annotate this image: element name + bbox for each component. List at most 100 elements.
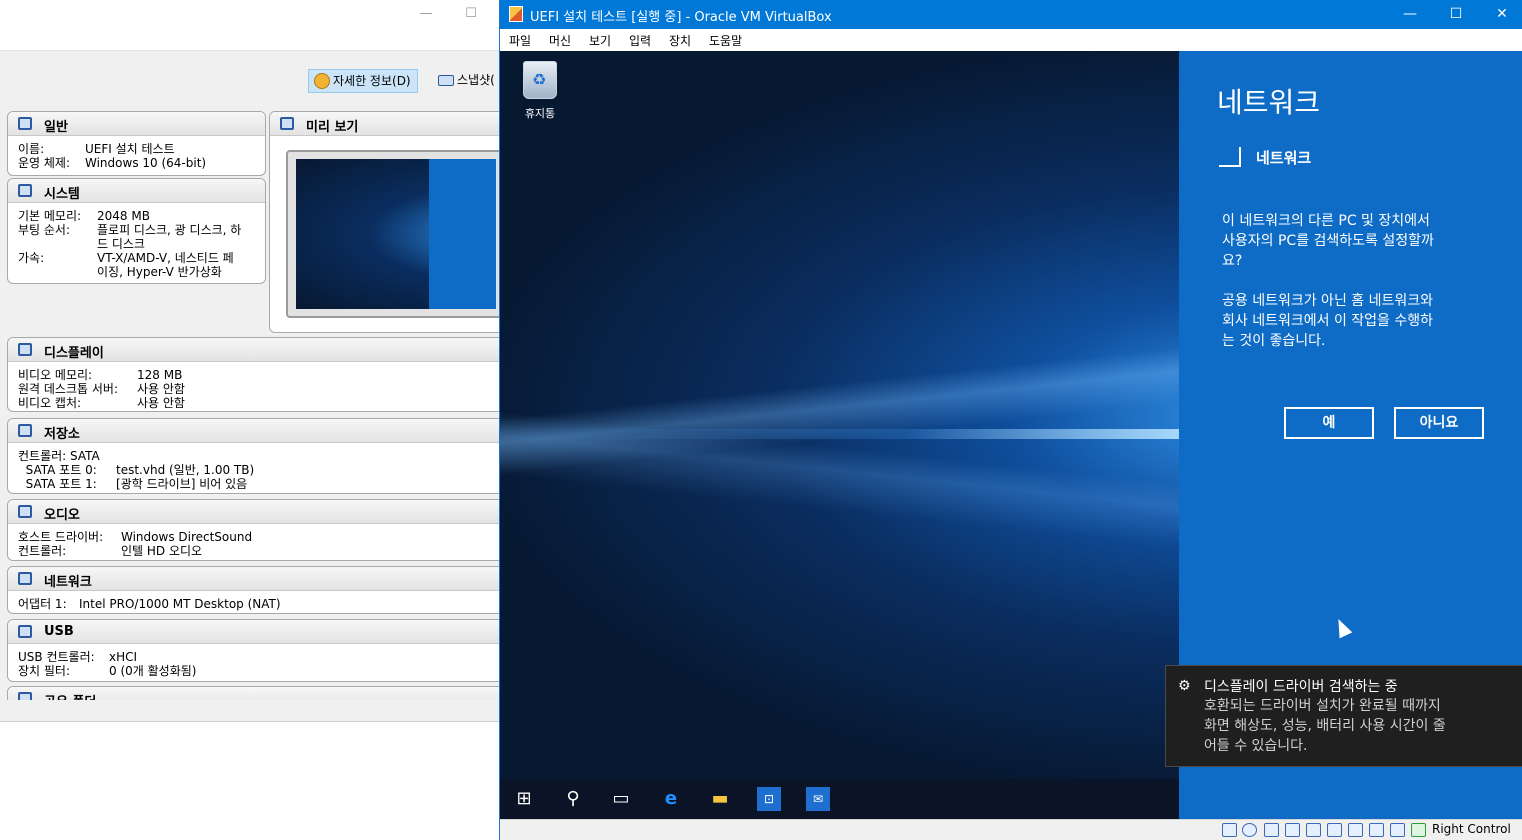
store-icon[interactable]: ⊡ xyxy=(757,787,781,811)
recycle-bin-label: 휴지통 xyxy=(524,107,556,120)
usb-panel: USB USB 컨트롤러: xHCI 장치 필터: 0 (0개 활성화됨) xyxy=(7,619,500,682)
manager-window: — ☐ 자세한 정보(D) 스냅샷( 일반 이름: UEFI 설치 테스트 운영 … xyxy=(0,0,500,840)
maximize-icon[interactable]: ☐ xyxy=(463,6,479,22)
row-value: UEFI 설치 테스트 xyxy=(85,142,175,156)
details-button[interactable]: 자세한 정보(D) xyxy=(308,69,418,93)
row-key: 어댑터 1: xyxy=(18,597,67,611)
row-key: 비디오 메모리: xyxy=(18,368,93,382)
mail-icon[interactable]: ✉ xyxy=(806,787,830,811)
row-key: 원격 데스크톱 서버: xyxy=(18,382,118,396)
network-question: 이 네트워크의 다른 PC 및 장치에서 사용자의 PC를 검색하도록 설정할까… xyxy=(1222,213,1434,269)
guest-desktop[interactable]: 휴지통 xyxy=(500,51,1179,779)
optical-drive-icon[interactable] xyxy=(1242,823,1257,837)
panel-title: 디스플레이 xyxy=(44,346,104,361)
hard-disk-icon[interactable] xyxy=(1222,823,1237,837)
menu-file[interactable]: 파일 xyxy=(509,32,531,49)
guest-taskbar: ⊞ ⚲ ▭ e ▬ ⊡ ✉ xyxy=(500,779,1179,819)
row-value: 사용 안함 xyxy=(137,382,185,396)
panel-title: 저장소 xyxy=(44,427,80,442)
speaker-icon xyxy=(18,505,32,518)
panel-title: USB xyxy=(44,624,74,639)
minimize-icon[interactable]: — xyxy=(1387,0,1433,29)
monitor-icon xyxy=(280,117,294,130)
cpu-icon[interactable] xyxy=(1390,823,1405,837)
storage-icon xyxy=(18,424,32,437)
panel-title: 네트워크 xyxy=(44,575,92,590)
gear-icon xyxy=(314,73,330,89)
monitor-icon xyxy=(18,117,32,130)
panel-title: 일반 xyxy=(44,120,68,135)
preview-panel: 미리 보기 xyxy=(269,111,500,333)
general-panel: 일반 이름: UEFI 설치 테스트 운영 체제: Windows 10 (64-b… xyxy=(7,111,266,176)
edge-browser-icon[interactable]: e xyxy=(659,787,683,811)
row-key: 이름: xyxy=(18,142,45,156)
row-key: 장치 필터: xyxy=(18,664,71,678)
panel-title: 시스템 xyxy=(44,187,80,202)
notification-title: 디스플레이 드라이버 검색하는 중 xyxy=(1204,679,1398,695)
shared-folder-icon[interactable] xyxy=(1306,823,1321,837)
task-view-icon[interactable]: ▭ xyxy=(609,787,633,811)
gear-icon: ⚙ xyxy=(1178,678,1191,694)
network-panel: 네트워크 어댑터 1: Intel PRO/1000 MT Desktop (NA… xyxy=(7,566,500,614)
vm-menubar: 파일 머신 보기 입력 장치 도움말 xyxy=(500,29,1522,51)
menu-machine[interactable]: 머신 xyxy=(549,32,571,49)
display-icon[interactable] xyxy=(1327,823,1342,837)
panel-title: 미리 보기 xyxy=(306,120,359,135)
network-icon xyxy=(18,572,32,585)
shared-folders-panel: 공유 폴더 xyxy=(7,686,500,700)
menu-input[interactable]: 입력 xyxy=(629,32,651,49)
menu-view[interactable]: 보기 xyxy=(589,32,611,49)
row-value: Windows 10 (64-bit) xyxy=(85,156,207,170)
close-icon[interactable]: ✕ xyxy=(1479,0,1522,29)
usb-icon[interactable] xyxy=(1285,823,1300,837)
manager-toolbar: 자세한 정보(D) 스냅샷( xyxy=(0,50,500,108)
host-key-label: Right Control xyxy=(1432,822,1511,836)
row-key: 부팅 순서: xyxy=(18,223,71,237)
manager-titlebar: — ☐ xyxy=(0,0,500,30)
guest-screen[interactable]: 휴지통 네트워크 네트워크 이 네트워크의 다른 PC 및 장치에서 사용자의 … xyxy=(500,51,1522,819)
vm-titlebar[interactable]: UEFI 설치 테스트 [실행 중] - Oracle VM VirtualBo… xyxy=(500,0,1522,29)
menu-devices[interactable]: 장치 xyxy=(669,32,691,49)
maximize-icon[interactable]: ☐ xyxy=(1433,0,1479,29)
network-pane-heading: 네트워크 xyxy=(1217,86,1321,119)
network-icon[interactable] xyxy=(1348,823,1363,837)
driver-notification[interactable]: ⚙ 디스플레이 드라이버 검색하는 중 호환되는 드라이버 설치가 완료될 때까… xyxy=(1165,665,1522,767)
row-value: Intel PRO/1000 MT Desktop (NAT) xyxy=(79,597,281,611)
row-value: [광학 드라이브] 비어 있음 xyxy=(116,477,248,491)
minimize-icon[interactable]: — xyxy=(418,6,434,22)
capture-icon[interactable] xyxy=(1369,823,1384,837)
wallpaper-light-beam xyxy=(500,429,1179,439)
preview-thumbnail xyxy=(286,150,500,318)
audio-icon[interactable] xyxy=(1264,823,1279,837)
notification-body: 호환되는 드라이버 설치가 완료될 때까지 화면 해상도, 성능, 배터리 사용… xyxy=(1204,698,1446,754)
row-value: 0 (0개 활성화됨) xyxy=(109,664,197,678)
row-key: 가속: xyxy=(18,251,45,265)
row-value: 128 MB xyxy=(137,368,183,382)
row-value: 인텔 HD 오디오 xyxy=(121,544,203,558)
vm-window: UEFI 설치 테스트 [실행 중] - Oracle VM VirtualBo… xyxy=(499,0,1522,840)
row-value: 플로피 디스크, 광 디스크, 하 드 디스크 xyxy=(97,223,242,251)
file-explorer-icon[interactable]: ▬ xyxy=(708,787,732,811)
virtualbox-app-icon xyxy=(509,6,523,22)
row-value: Windows DirectSound xyxy=(121,530,253,544)
recycle-bin-icon xyxy=(523,61,557,99)
search-icon[interactable]: ⚲ xyxy=(561,787,585,811)
row-key: USB 컨트롤러: xyxy=(18,650,95,664)
recycle-bin[interactable]: 휴지통 xyxy=(518,61,562,121)
snapshots-button[interactable]: 스냅샷( xyxy=(433,69,501,93)
menu-help[interactable]: 도움말 xyxy=(709,32,742,49)
display-icon xyxy=(18,343,32,356)
row-key: SATA 포트 0: xyxy=(18,463,97,477)
row-key: 비디오 캡처: xyxy=(18,396,82,410)
vm-statusbar: Right Control xyxy=(500,819,1522,840)
row-key: 기본 메모리: xyxy=(18,209,82,223)
start-icon[interactable]: ⊞ xyxy=(512,787,536,811)
row-key: 호스트 드라이버: xyxy=(18,530,104,544)
usb-icon xyxy=(18,625,32,638)
manager-footer xyxy=(0,700,500,722)
no-button[interactable]: 아니요 xyxy=(1394,407,1484,439)
yes-button[interactable]: 예 xyxy=(1284,407,1374,439)
camera-icon xyxy=(438,75,454,86)
mouse-integration-icon[interactable] xyxy=(1411,823,1426,837)
display-panel: 디스플레이 비디오 메모리: 128 MB 원격 데스크톱 서버: 사용 안함 비디… xyxy=(7,337,500,412)
